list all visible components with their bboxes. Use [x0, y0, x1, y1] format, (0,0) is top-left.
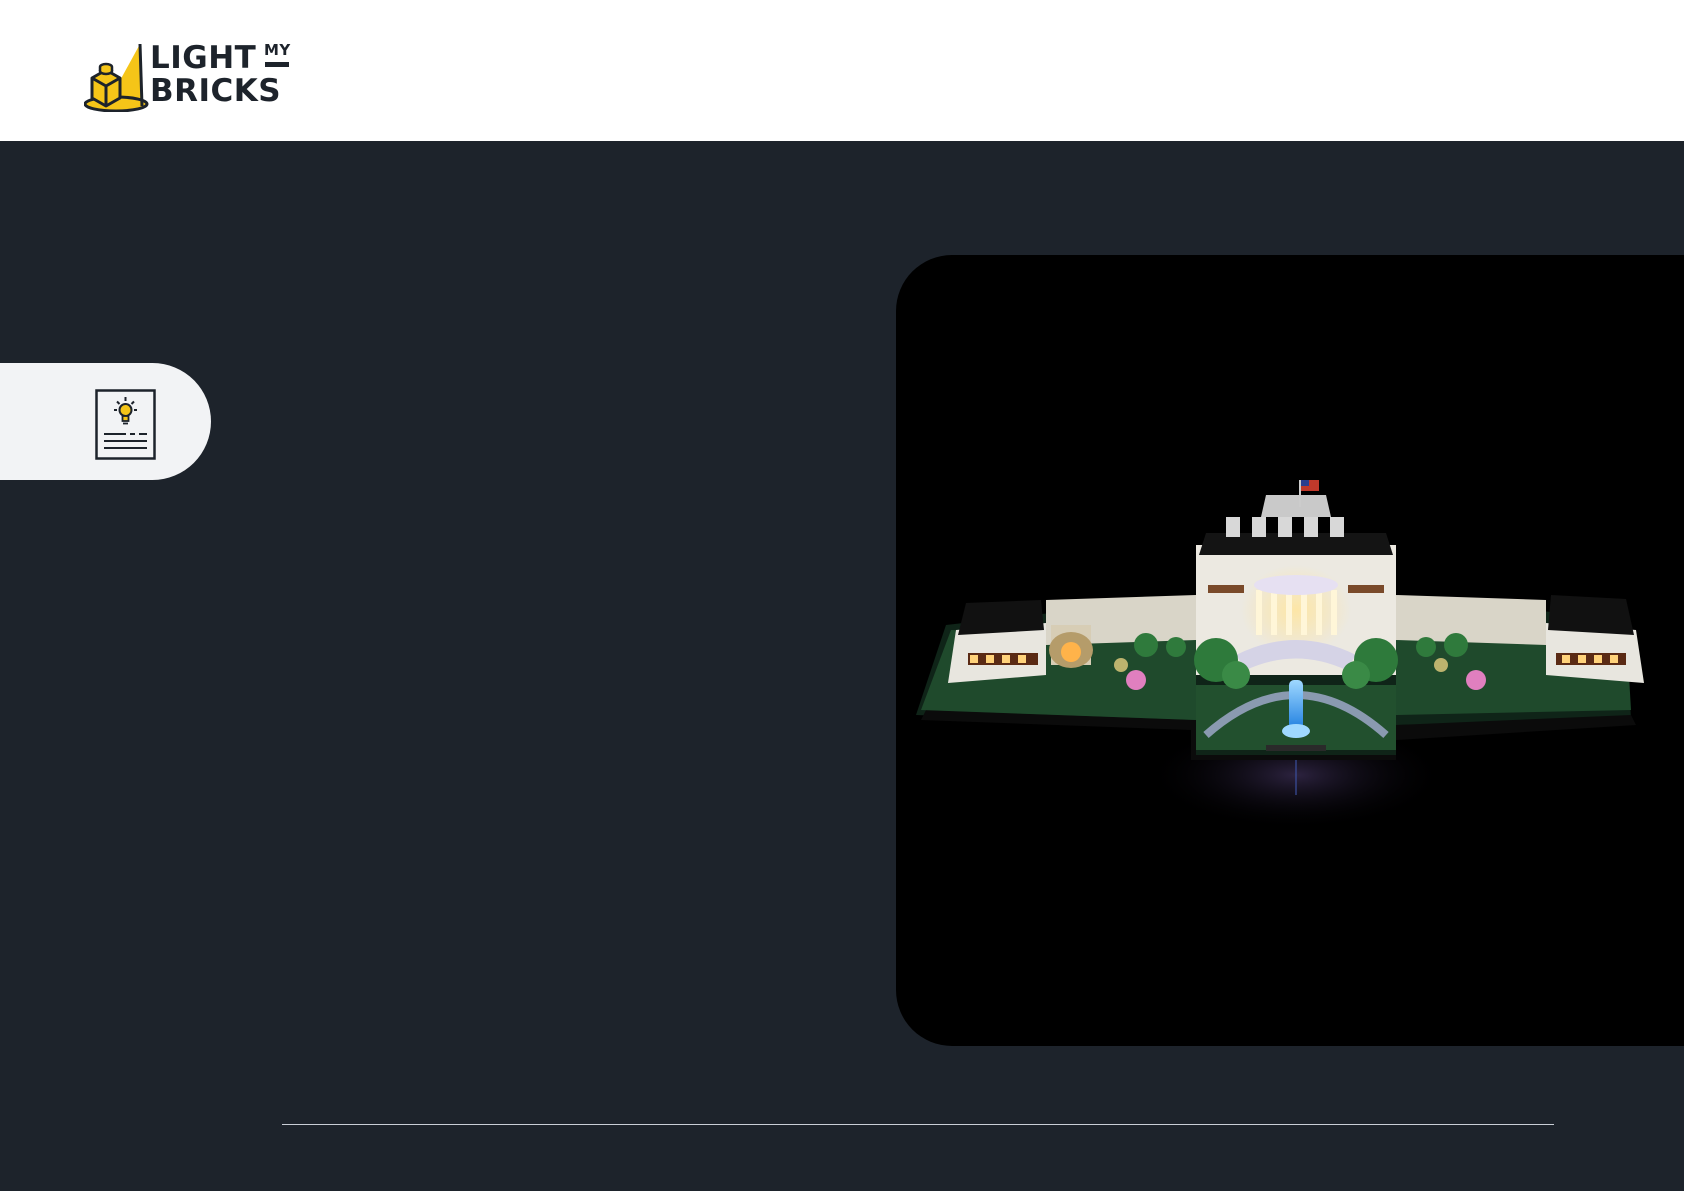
logo-word-light: LIGHT [150, 40, 257, 76]
page-header: LIGHT MY BRICKS [0, 0, 1684, 141]
logo-word-my: MY [264, 41, 291, 59]
brand-logo[interactable]: LIGHT MY BRICKS [84, 40, 294, 112]
footer-divider [282, 1124, 1554, 1125]
logo-word-bricks: BRICKS [150, 73, 282, 109]
logo-bar [265, 62, 289, 67]
white-house-model-image [916, 480, 1644, 830]
lightbulb-brick-logo-icon [84, 43, 149, 112]
idea-document-icon[interactable] [95, 389, 156, 460]
hero-photo [896, 255, 1684, 1046]
